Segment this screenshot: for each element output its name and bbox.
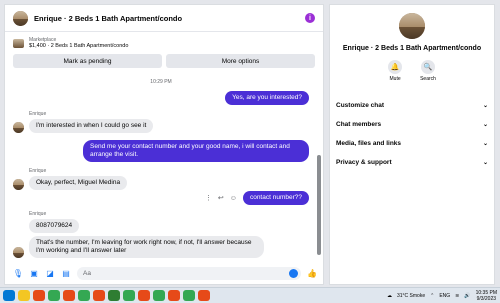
chevron-down-icon: ⌄ [482,141,488,147]
message-bubble-incoming[interactable]: I'm interested in when I could go see it [29,119,154,133]
composer: 🎙 ▣ ◪ ▤ Aa 👍 [5,262,323,284]
message-row: Send me your contact number and your goo… [13,140,309,162]
message-bubble-outgoing[interactable]: Send me your contact number and your goo… [83,140,309,162]
app-icon[interactable] [138,290,150,301]
message-row: I'm interested in when I could go see it [13,119,309,133]
app-icon[interactable] [168,290,180,301]
sender-avatar[interactable] [13,122,24,133]
message-row: ⋮ ↩ ☺ contact number?? [13,191,309,205]
message-bubble-outgoing[interactable]: Yes, are you interested? [225,91,309,105]
app-icon[interactable] [63,290,75,301]
menu-label: Customize chat [336,102,385,109]
menu-media-files-links[interactable]: Media, files and links ⌄ [336,134,488,153]
menu-label: Chat members [336,121,382,128]
reply-icon[interactable]: ↩ [218,194,224,202]
app-icon[interactable] [93,290,105,301]
chrome-icon[interactable] [78,290,90,301]
chat-panel: Enrique · 2 Beds 1 Bath Apartment/condo … [4,4,324,285]
bell-icon: 🔔 [388,60,403,74]
info-icon[interactable]: i [305,13,315,23]
message-row: 8087079624 [29,219,309,233]
mute-label: Mute [389,76,401,82]
scroll-thumb[interactable] [317,155,321,255]
sticker-icon[interactable]: ◪ [45,268,55,278]
mute-button[interactable]: 🔔 Mute [388,60,403,82]
menu-label: Media, files and links [336,140,402,147]
explorer-icon[interactable] [18,290,30,301]
composer-placeholder: Aa [83,269,91,277]
start-icon[interactable] [3,290,15,301]
more-icon[interactable]: ⋮ [205,194,212,202]
time-separator: 10:29 PM [150,79,172,85]
conversation-info-panel: Enrique · 2 Beds 1 Bath Apartment/condo … [329,4,495,285]
sender-name: Enrique [29,168,47,174]
contact-avatar-large[interactable] [399,13,425,39]
image-icon[interactable]: ▣ [29,268,39,278]
app-icon[interactable] [108,290,120,301]
chevron-down-icon: ⌄ [482,103,488,109]
system-tray: ☁ 31°C Smoke ⌃ ENG ≋ 🔊 10:35 PM 9/3/2023 [387,290,497,302]
info-title: Enrique · 2 Beds 1 Bath Apartment/condo [342,45,482,52]
message-row: That's the number, I'm leaving for work … [13,236,309,258]
contact-avatar[interactable] [13,10,28,26]
listing-title: $1,400 · 2 Beds 1 Bath Apartment/condo [29,43,129,49]
sender-name: Enrique [29,211,47,217]
react-emoji-icon[interactable]: ☺ [230,195,237,202]
chrome-icon[interactable] [183,290,195,301]
emoji-icon[interactable] [289,268,298,278]
language-indicator[interactable]: ENG [439,293,450,299]
wifi-icon[interactable]: ≋ [455,293,459,299]
message-row: Okay, perfect, Miguel Medina [13,176,309,190]
search-icon: 🔍 [421,60,435,74]
search-button[interactable]: 🔍 Search [420,60,436,82]
menu-chat-members[interactable]: Chat members ⌄ [336,115,488,134]
more-options-button[interactable]: More options [166,54,315,68]
listing-actions: Mark as pending More options [5,54,323,68]
chat-title[interactable]: Enrique · 2 Beds 1 Bath Apartment/condo [34,14,305,23]
listing-thumbnail [13,38,24,48]
chrome-icon[interactable] [48,290,60,301]
chat-scrollbar[interactable] [317,75,321,260]
gif-icon[interactable]: ▤ [61,268,71,278]
microphone-icon[interactable]: 🎙 [13,268,23,278]
message-bubble-incoming[interactable]: 8087079624 [29,219,80,233]
thumbs-up-icon[interactable]: 👍 [307,268,317,278]
sender-avatar[interactable] [13,247,24,258]
clock-time: 10:35 PM [475,289,497,296]
chrome-icon[interactable] [123,290,135,301]
weather-text[interactable]: 31°C Smoke [397,293,425,299]
clock-date: 9/3/2023 [476,295,497,302]
info-actions: 🔔 Mute 🔍 Search [330,60,494,82]
sender-name: Enrique [29,111,47,117]
app-icon[interactable] [198,290,210,301]
chevron-down-icon: ⌄ [482,122,488,128]
menu-privacy-support[interactable]: Privacy & support ⌄ [336,153,488,172]
chrome-icon[interactable] [153,290,165,301]
menu-customize-chat[interactable]: Customize chat ⌄ [336,96,488,115]
menu-label: Privacy & support [336,159,392,166]
info-menu: Customize chat ⌄ Chat members ⌄ Media, fil… [330,96,494,172]
message-bubble-incoming[interactable]: That's the number, I'm leaving for work … [29,236,264,258]
marketplace-banner[interactable]: Marketplace $1,400 · 2 Beds 1 Bath Apart… [5,32,323,54]
weather-icon[interactable]: ☁ [387,293,392,299]
clock[interactable]: 10:35 PM 9/3/2023 [476,290,497,302]
mark-pending-button[interactable]: Mark as pending [13,54,162,68]
chevron-up-icon[interactable]: ⌃ [430,293,434,299]
sender-avatar[interactable] [13,179,24,190]
windows-taskbar: ☁ 31°C Smoke ⌃ ENG ≋ 🔊 10:35 PM 9/3/2023 [0,287,500,303]
app-icon[interactable] [33,290,45,301]
volume-icon[interactable]: 🔊 [464,293,470,299]
search-label: Search [420,76,436,82]
message-bubble-incoming[interactable]: Okay, perfect, Miguel Medina [29,176,128,190]
message-row: Yes, are you interested? [13,91,309,105]
message-hover-actions: ⋮ ↩ ☺ [205,191,237,205]
message-input[interactable]: Aa [77,266,301,280]
chat-header: Enrique · 2 Beds 1 Bath Apartment/condo … [5,5,323,32]
message-list: 10:29 PM Yes, are you interested? Enriqu… [5,75,317,260]
message-bubble-outgoing[interactable]: contact number?? [242,191,309,205]
chevron-down-icon: ⌄ [482,160,488,166]
